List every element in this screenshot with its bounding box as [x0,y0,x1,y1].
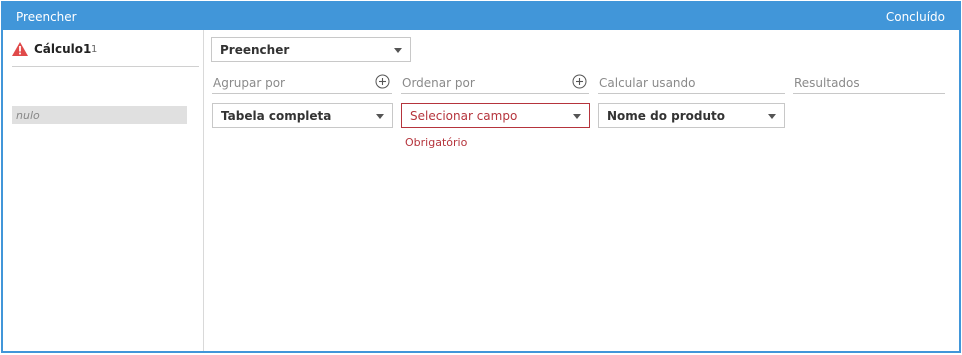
function-select-value: Preencher [220,43,290,57]
warning-triangle-icon [12,42,28,56]
group-by-select[interactable]: Tabela completa [212,103,393,128]
calculate-using-label: Calcular usando [599,76,696,90]
order-by-header: Ordenar por [401,74,589,94]
plus-circle-icon[interactable] [572,74,587,89]
required-message: Obrigatório [405,136,468,149]
order-by-select[interactable]: Selecionar campo [401,103,590,128]
dialog-title: Preencher [16,10,77,24]
group-by-header: Agrupar por [212,74,392,94]
calculation-count: 1 [91,44,98,55]
calculate-using-value: Nome do produto [607,109,725,123]
calculate-using-header: Calcular usando [598,74,785,94]
calculation-name: Cálculo1 [34,42,92,56]
calculation-panel: Cálculo1 1 nulo [3,30,204,351]
chevron-down-icon [573,114,581,119]
group-by-value: Tabela completa [221,109,332,123]
chevron-down-icon [376,114,384,119]
results-label: Resultados [794,76,860,90]
order-by-value: Selecionar campo [410,109,518,123]
null-value-row[interactable]: nulo [12,106,187,124]
chevron-down-icon [768,114,776,119]
title-bar: Preencher Concluído [3,3,959,30]
order-by-label: Ordenar por [402,76,475,90]
chevron-down-icon [394,48,402,53]
done-button[interactable]: Concluído [886,10,945,24]
results-header: Resultados [793,74,945,94]
calculation-header[interactable]: Cálculo1 1 [12,41,199,67]
plus-circle-icon[interactable] [375,74,390,89]
fill-dialog: Preencher Concluído Cálculo1 1 nulo Pree… [1,1,961,353]
calculate-using-select[interactable]: Nome do produto [598,103,785,128]
function-select[interactable]: Preencher [211,37,411,62]
group-by-label: Agrupar por [213,76,285,90]
